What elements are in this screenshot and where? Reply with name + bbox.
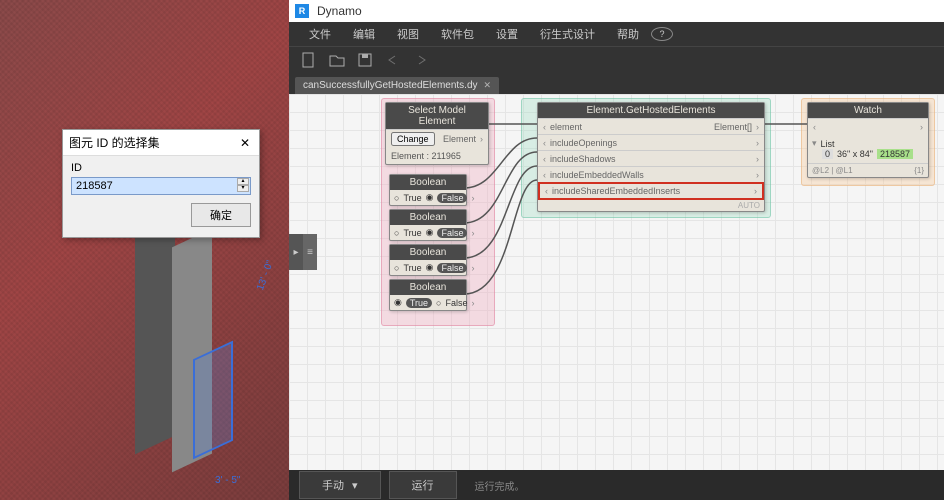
watch-item[interactable]: 0 36" x 84" 218587 bbox=[812, 149, 924, 159]
node-boolean-4[interactable]: Boolean ◉True ○False› bbox=[389, 279, 467, 311]
menu-generative[interactable]: 衍生式设计 bbox=[530, 26, 605, 42]
close-icon[interactable]: ✕ bbox=[237, 135, 253, 151]
radio-true[interactable]: True bbox=[403, 263, 421, 273]
change-button[interactable]: Change bbox=[391, 132, 435, 146]
new-file-icon[interactable] bbox=[301, 52, 317, 68]
node-title: Watch bbox=[808, 103, 928, 118]
radio-false[interactable]: False bbox=[445, 298, 467, 308]
file-tab[interactable]: canSuccessfullyGetHostedElements.dy ✕ bbox=[295, 77, 499, 94]
menu-file[interactable]: 文件 bbox=[299, 26, 341, 42]
input-openings[interactable]: includeOpenings bbox=[550, 138, 617, 148]
undo-icon[interactable] bbox=[385, 52, 401, 68]
input-embedded-walls[interactable]: includeEmbeddedWalls bbox=[550, 170, 644, 180]
output-elements[interactable]: Element[] bbox=[714, 122, 752, 132]
run-status: 运行完成。 bbox=[475, 478, 525, 493]
input-shared-embedded[interactable]: includeSharedEmbeddedInserts bbox=[552, 186, 680, 196]
input-shadows[interactable]: includeShadows bbox=[550, 154, 616, 164]
node-title: Boolean bbox=[390, 210, 466, 225]
watch-count: {1} bbox=[914, 166, 924, 175]
node-boolean-3[interactable]: Boolean ○True ◉False› bbox=[389, 244, 467, 276]
run-button[interactable]: 运行 bbox=[389, 471, 457, 499]
wall-element[interactable] bbox=[135, 211, 175, 455]
radio-true[interactable]: True bbox=[406, 298, 432, 308]
radio-false[interactable]: False bbox=[437, 228, 467, 238]
dimension-width: 3' - 5" bbox=[215, 475, 240, 486]
dynamo-footer: 手动 ▾ 运行 运行完成。 bbox=[289, 470, 944, 500]
dynamo-window: R Dynamo 文件 编辑 视图 软件包 设置 衍生式设计 帮助 ? canS… bbox=[289, 0, 944, 500]
node-boolean-2[interactable]: Boolean ○True ◉False› bbox=[389, 209, 467, 241]
watch-list-label: List bbox=[821, 139, 835, 149]
node-watch[interactable]: Watch ‹› ▾List 0 36" x 84" 218587 @L2 | … bbox=[807, 102, 929, 178]
watch-item-label: 36" x 84" bbox=[837, 149, 873, 159]
node-title: Boolean bbox=[390, 175, 466, 190]
dynamo-menu: 文件 编辑 视图 软件包 设置 衍生式设计 帮助 ? bbox=[289, 22, 944, 46]
open-file-icon[interactable] bbox=[329, 52, 345, 68]
output-port-element[interactable]: Element bbox=[443, 134, 476, 144]
menu-view[interactable]: 视图 bbox=[387, 26, 429, 42]
tab-close-icon[interactable]: ✕ bbox=[484, 80, 492, 91]
watch-list-row: ▾List bbox=[812, 138, 924, 149]
run-mode-dropdown[interactable]: 手动 ▾ bbox=[299, 471, 381, 499]
radio-false[interactable]: False bbox=[437, 193, 467, 203]
id-selection-dialog: 图元 ID 的选择集 ✕ ID ▴▾ 确定 bbox=[62, 129, 260, 238]
panel-collapse-icon[interactable]: ≡ bbox=[303, 234, 317, 270]
radio-false[interactable]: False bbox=[437, 263, 467, 273]
node-title: Boolean bbox=[390, 245, 466, 260]
redo-icon[interactable] bbox=[413, 52, 429, 68]
radio-true[interactable]: True bbox=[403, 193, 421, 203]
dynamo-tabbar: canSuccessfullyGetHostedElements.dy ✕ bbox=[289, 72, 944, 94]
dynamo-titlebar: R Dynamo bbox=[289, 0, 944, 22]
watch-index: 0 bbox=[822, 149, 833, 159]
chevron-down-icon: ▾ bbox=[352, 479, 358, 492]
id-label: ID bbox=[71, 162, 251, 174]
node-title: Element.GetHostedElements bbox=[538, 103, 764, 118]
node-title: Boolean bbox=[390, 280, 466, 295]
dynamo-app-title: Dynamo bbox=[317, 4, 362, 18]
save-icon[interactable] bbox=[357, 52, 373, 68]
selected-element-value: Element : 211965 bbox=[386, 148, 488, 164]
dimension-height: 13' - 0" bbox=[255, 259, 276, 292]
dynamo-toolbar bbox=[289, 46, 944, 72]
door-element[interactable] bbox=[193, 341, 233, 460]
dynamo-logo-icon: R bbox=[295, 4, 309, 18]
run-mode-label: 手动 bbox=[322, 477, 344, 493]
ok-button[interactable]: 确定 bbox=[191, 203, 251, 227]
node-select-model-element[interactable]: Select Model Element Change Element › El… bbox=[385, 102, 489, 165]
radio-true[interactable]: True bbox=[403, 228, 421, 238]
id-input[interactable] bbox=[71, 177, 251, 195]
input-element[interactable]: element bbox=[550, 122, 582, 132]
node-title: Select Model Element bbox=[386, 103, 488, 129]
menu-help[interactable]: 帮助 bbox=[607, 26, 649, 42]
node-get-hosted-elements[interactable]: Element.GetHostedElements ‹elementElemen… bbox=[537, 102, 765, 212]
menu-packages[interactable]: 软件包 bbox=[431, 26, 484, 42]
watch-item-id: 218587 bbox=[877, 149, 913, 159]
watch-levels[interactable]: @L2 | @L1 bbox=[812, 166, 853, 175]
dynamo-canvas[interactable]: ▸ ≡ Select Model Element Change Element … bbox=[289, 94, 944, 470]
revit-3d-view: 13' - 0" 3' - 5" bbox=[0, 0, 289, 500]
dialog-title-text: 图元 ID 的选择集 bbox=[69, 134, 160, 151]
lacing-label: AUTO bbox=[538, 200, 764, 211]
menu-edit[interactable]: 编辑 bbox=[343, 26, 385, 42]
help-icon[interactable]: ? bbox=[651, 27, 673, 41]
spinner-icon[interactable]: ▴▾ bbox=[237, 178, 249, 192]
library-collapse-icon[interactable]: ▸ bbox=[289, 234, 303, 270]
menu-settings[interactable]: 设置 bbox=[486, 26, 528, 42]
node-boolean-1[interactable]: Boolean ○True ◉False› bbox=[389, 174, 467, 206]
tab-label: canSuccessfullyGetHostedElements.dy bbox=[303, 80, 478, 91]
